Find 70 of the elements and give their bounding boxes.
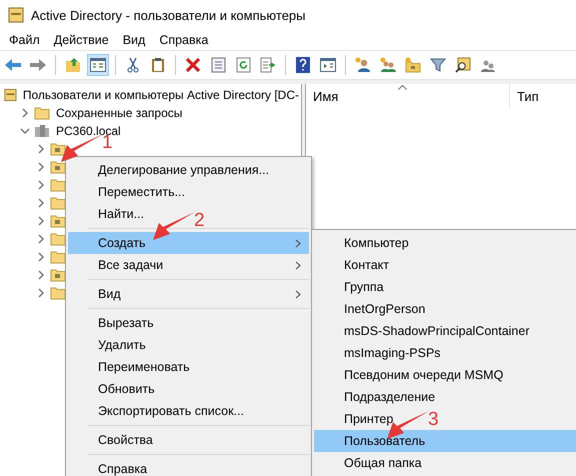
tree-item[interactable]: Сохраненные запросы bbox=[54, 105, 184, 121]
domain-icon bbox=[34, 124, 50, 138]
annotation-number: 2 bbox=[194, 211, 205, 230]
find-icon bbox=[455, 57, 471, 73]
refresh-icon bbox=[236, 57, 250, 73]
submenu-item[interactable]: Принтер bbox=[314, 408, 402, 430]
annotation-arrow-icon bbox=[152, 211, 196, 241]
annotation-number: 3 bbox=[428, 410, 439, 429]
context-menu-item[interactable]: Найти... bbox=[68, 203, 152, 225]
context-menu-item[interactable]: Вырезать bbox=[68, 312, 162, 334]
context-menu-item[interactable]: Вид bbox=[68, 283, 309, 305]
folder-document-icon bbox=[50, 268, 66, 282]
action-pane-icon bbox=[320, 58, 336, 72]
context-menu-item[interactable]: Удалить bbox=[68, 334, 154, 356]
clipboard-icon bbox=[151, 57, 165, 73]
context-menu-item[interactable]: Переместить... bbox=[68, 181, 193, 203]
new-group-icon bbox=[380, 57, 396, 73]
context-menu-item[interactable]: Обновить bbox=[68, 378, 163, 400]
new-folder-icon bbox=[405, 57, 421, 73]
sort-ascending-icon bbox=[398, 85, 407, 90]
folder-icon bbox=[50, 250, 66, 264]
app-icon bbox=[8, 7, 24, 23]
menu-item[interactable]: Вид bbox=[116, 33, 152, 47]
context-menu-item[interactable]: Создать bbox=[68, 232, 309, 254]
menu-item[interactable]: Справка bbox=[152, 33, 216, 47]
toolbar-button[interactable] bbox=[87, 54, 109, 76]
tree-item[interactable]: Пользователи и компьютеры Active Directory [DC- bbox=[20, 87, 301, 103]
context-menu-item[interactable]: Делегирование управления... bbox=[68, 159, 278, 181]
menu-item[interactable]: Действие bbox=[46, 33, 116, 47]
submenu-item[interactable]: Подразделение bbox=[314, 386, 444, 408]
scissors-icon bbox=[126, 57, 140, 73]
console-tree-icon bbox=[90, 58, 106, 72]
folder-document-icon bbox=[50, 142, 66, 156]
folder-icon bbox=[50, 178, 66, 192]
filter-icon bbox=[430, 57, 446, 73]
chevron-right-icon[interactable] bbox=[20, 108, 30, 118]
submenu-item[interactable]: Пользователь bbox=[314, 430, 576, 452]
submenu-item[interactable]: msImaging-PSPs bbox=[314, 342, 449, 364]
root-icon bbox=[4, 87, 17, 103]
column-header[interactable]: Имя bbox=[306, 84, 510, 108]
help-icon bbox=[296, 57, 310, 73]
submenu-item[interactable]: Группа bbox=[314, 276, 392, 298]
properties-icon bbox=[210, 57, 226, 73]
context-menu-item[interactable]: Свойства bbox=[68, 429, 161, 451]
export-list-icon bbox=[260, 57, 276, 73]
submenu-item[interactable]: InetOrgPerson bbox=[314, 298, 434, 320]
delete-icon bbox=[185, 57, 201, 73]
context-menu-item[interactable]: Все задачи bbox=[68, 254, 309, 276]
forward-arrow-icon bbox=[29, 58, 47, 72]
new-user-icon bbox=[355, 57, 371, 73]
submenu-item[interactable]: Компьютер bbox=[314, 232, 417, 254]
submenu-item[interactable]: Псевдоним очереди MSMQ bbox=[314, 364, 512, 386]
folder-icon bbox=[50, 196, 66, 210]
submenu-item[interactable]: Контакт bbox=[314, 254, 398, 276]
submenu-item[interactable]: Общая папка bbox=[314, 452, 430, 474]
folder-icon bbox=[50, 232, 66, 246]
folder-document-icon bbox=[50, 214, 66, 228]
back-arrow-icon bbox=[4, 58, 22, 72]
submenu-item[interactable]: msDS-ShadowPrincipalContainer bbox=[314, 320, 538, 342]
folder-up-icon bbox=[65, 57, 81, 73]
context-menu-item[interactable]: Переименовать bbox=[68, 356, 198, 378]
context-menu-item[interactable]: Экспортировать список... bbox=[68, 400, 252, 422]
context-menu-item[interactable]: Справка bbox=[68, 458, 156, 476]
folder-icon bbox=[34, 106, 50, 120]
menu-item[interactable]: Файл bbox=[2, 33, 47, 47]
chevron-down-icon[interactable] bbox=[20, 126, 30, 136]
folder-icon bbox=[50, 286, 66, 300]
column-header[interactable]: Тип bbox=[510, 84, 576, 108]
window-title: Active Directory - пользователи и компьютеры bbox=[31, 8, 306, 22]
folder-document-icon bbox=[50, 160, 66, 174]
